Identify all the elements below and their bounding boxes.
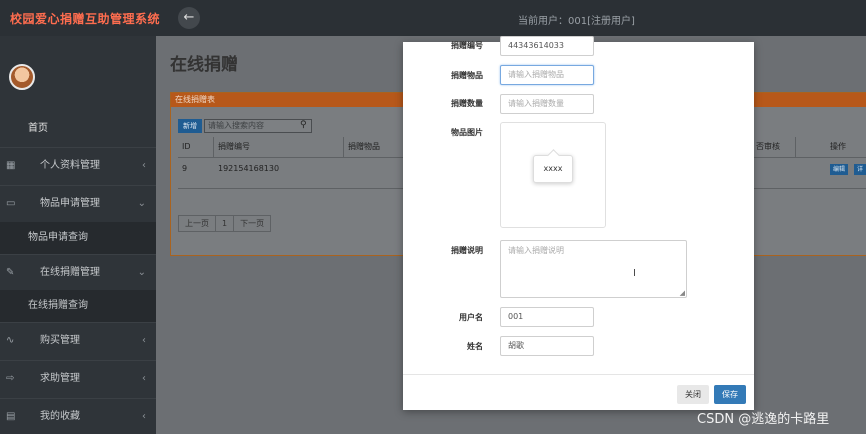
image-label: 物品图片 bbox=[451, 128, 483, 137]
sidebar-item-favorites[interactable]: ▤ 我的收藏 ‹ bbox=[0, 398, 156, 434]
image-upload-box[interactable]: xxxx bbox=[500, 122, 606, 228]
detail-button[interactable]: 详 bbox=[854, 164, 866, 175]
image-icon: ▭ bbox=[6, 198, 16, 209]
column-header-actions: 操作 bbox=[830, 142, 846, 151]
chevron-down-icon: ⌄ bbox=[137, 198, 146, 209]
code-field[interactable]: 44343614033 bbox=[500, 36, 594, 56]
image-tooltip: xxxx bbox=[533, 155, 573, 183]
sidebar-item-label: 物品申请管理 bbox=[40, 198, 100, 209]
sidebar-item-profile[interactable]: ▦ 个人资料管理 ‹ bbox=[0, 147, 156, 183]
sidebar-item-help[interactable]: ⇨ 求助管理 ‹ bbox=[0, 360, 156, 396]
username-field[interactable]: 001 bbox=[500, 307, 594, 327]
search-icon[interactable]: ⚲ bbox=[300, 120, 307, 130]
avatar bbox=[9, 64, 35, 90]
chevron-left-icon: ‹ bbox=[142, 160, 146, 171]
text-cursor-icon: I bbox=[633, 268, 636, 279]
name-label: 姓名 bbox=[467, 342, 483, 351]
description-field[interactable]: 请输入捐赠说明 ◢ bbox=[500, 240, 687, 298]
code-label: 捐赠编号 bbox=[451, 41, 483, 50]
current-user-label: 当前用户：001[注册用户] bbox=[518, 16, 635, 27]
page-title: 在线捐赠 bbox=[170, 55, 238, 75]
chevron-left-icon: ‹ bbox=[142, 335, 146, 346]
back-arrow-icon[interactable]: ← bbox=[178, 7, 200, 29]
grid-icon: ▦ bbox=[6, 160, 16, 171]
column-header-id: ID bbox=[182, 137, 214, 157]
pagination: 上一页 1 下一页 bbox=[178, 215, 272, 232]
document-icon: ▤ bbox=[6, 411, 16, 422]
item-field[interactable]: 请输入捐赠物品 bbox=[500, 65, 594, 85]
sidebar-item-label: 我的收藏 bbox=[40, 411, 80, 422]
sidebar-subitem-apply-query[interactable]: 物品申请查询 bbox=[0, 222, 156, 254]
close-button[interactable]: 关闭 bbox=[677, 385, 709, 404]
edit-icon: ✎ bbox=[6, 267, 15, 278]
sidebar-item-label: 购买管理 bbox=[40, 335, 80, 346]
cell-id: 9 bbox=[182, 164, 188, 173]
app-title: 校园爱心捐赠互助管理系统 bbox=[10, 12, 161, 26]
chart-line-icon: ∿ bbox=[6, 335, 15, 346]
next-page-button[interactable]: 下一页 bbox=[234, 216, 270, 231]
column-header-code: 捐赠编号 bbox=[218, 137, 344, 157]
sidebar-subitem-donation-query[interactable]: 在线捐赠查询 bbox=[0, 290, 156, 322]
column-header-review: 否审核 bbox=[756, 137, 796, 157]
quantity-label: 捐赠数量 bbox=[451, 99, 483, 108]
cell-code: 192154168130 bbox=[218, 164, 280, 173]
chevron-down-icon: ⌄ bbox=[137, 267, 146, 278]
save-button[interactable]: 保存 bbox=[714, 385, 746, 404]
sidebar-item-label: 个人资料管理 bbox=[40, 160, 100, 171]
username-label: 用户名 bbox=[459, 313, 483, 322]
name-field[interactable]: 胡歌 bbox=[500, 336, 594, 356]
description-label: 捐赠说明 bbox=[451, 246, 483, 255]
quantity-field[interactable]: 请输入捐赠数量 bbox=[500, 94, 594, 114]
sidebar-item-label: 在线捐赠管理 bbox=[40, 267, 100, 278]
sidebar-item-home[interactable]: 首页 bbox=[0, 111, 156, 147]
sidebar-item-item-apply[interactable]: ▭ 物品申请管理 ⌄ bbox=[0, 185, 156, 221]
watermark: CSDN @逃逸的卡路里 bbox=[697, 412, 830, 427]
modal-footer: 关闭 保存 bbox=[403, 374, 754, 410]
column-header-item: 捐赠物品 bbox=[348, 137, 408, 157]
share-icon: ⇨ bbox=[6, 373, 15, 384]
sidebar-item-donation[interactable]: ✎ 在线捐赠管理 ⌄ bbox=[0, 254, 156, 290]
sidebar: 首页 ▦ 个人资料管理 ‹ ▭ 物品申请管理 ⌄ 物品申请查询 ✎ 在线捐赠管理… bbox=[0, 36, 156, 434]
chevron-left-icon: ‹ bbox=[142, 373, 146, 384]
prev-page-button[interactable]: 上一页 bbox=[179, 216, 216, 231]
page-number-button[interactable]: 1 bbox=[216, 216, 235, 231]
sidebar-item-label: 求助管理 bbox=[40, 373, 80, 384]
top-bar: 校园爱心捐赠互助管理系统 ← 当前用户：001[注册用户] bbox=[0, 0, 866, 36]
description-placeholder: 请输入捐赠说明 bbox=[508, 246, 564, 255]
search-input[interactable]: 请输入搜索内容 bbox=[204, 119, 312, 133]
chevron-left-icon: ‹ bbox=[142, 411, 146, 422]
add-button[interactable]: 新增 bbox=[178, 119, 202, 133]
sidebar-item-purchase[interactable]: ∿ 购买管理 ‹ bbox=[0, 322, 156, 358]
item-label: 捐赠物品 bbox=[451, 71, 483, 80]
edit-button[interactable]: 编辑 bbox=[830, 164, 849, 175]
resize-handle-icon[interactable]: ◢ bbox=[680, 289, 685, 297]
donation-form-modal: 捐赠编号 44343614033 捐赠物品 请输入捐赠物品 捐赠数量 请输入捐赠… bbox=[403, 36, 754, 410]
